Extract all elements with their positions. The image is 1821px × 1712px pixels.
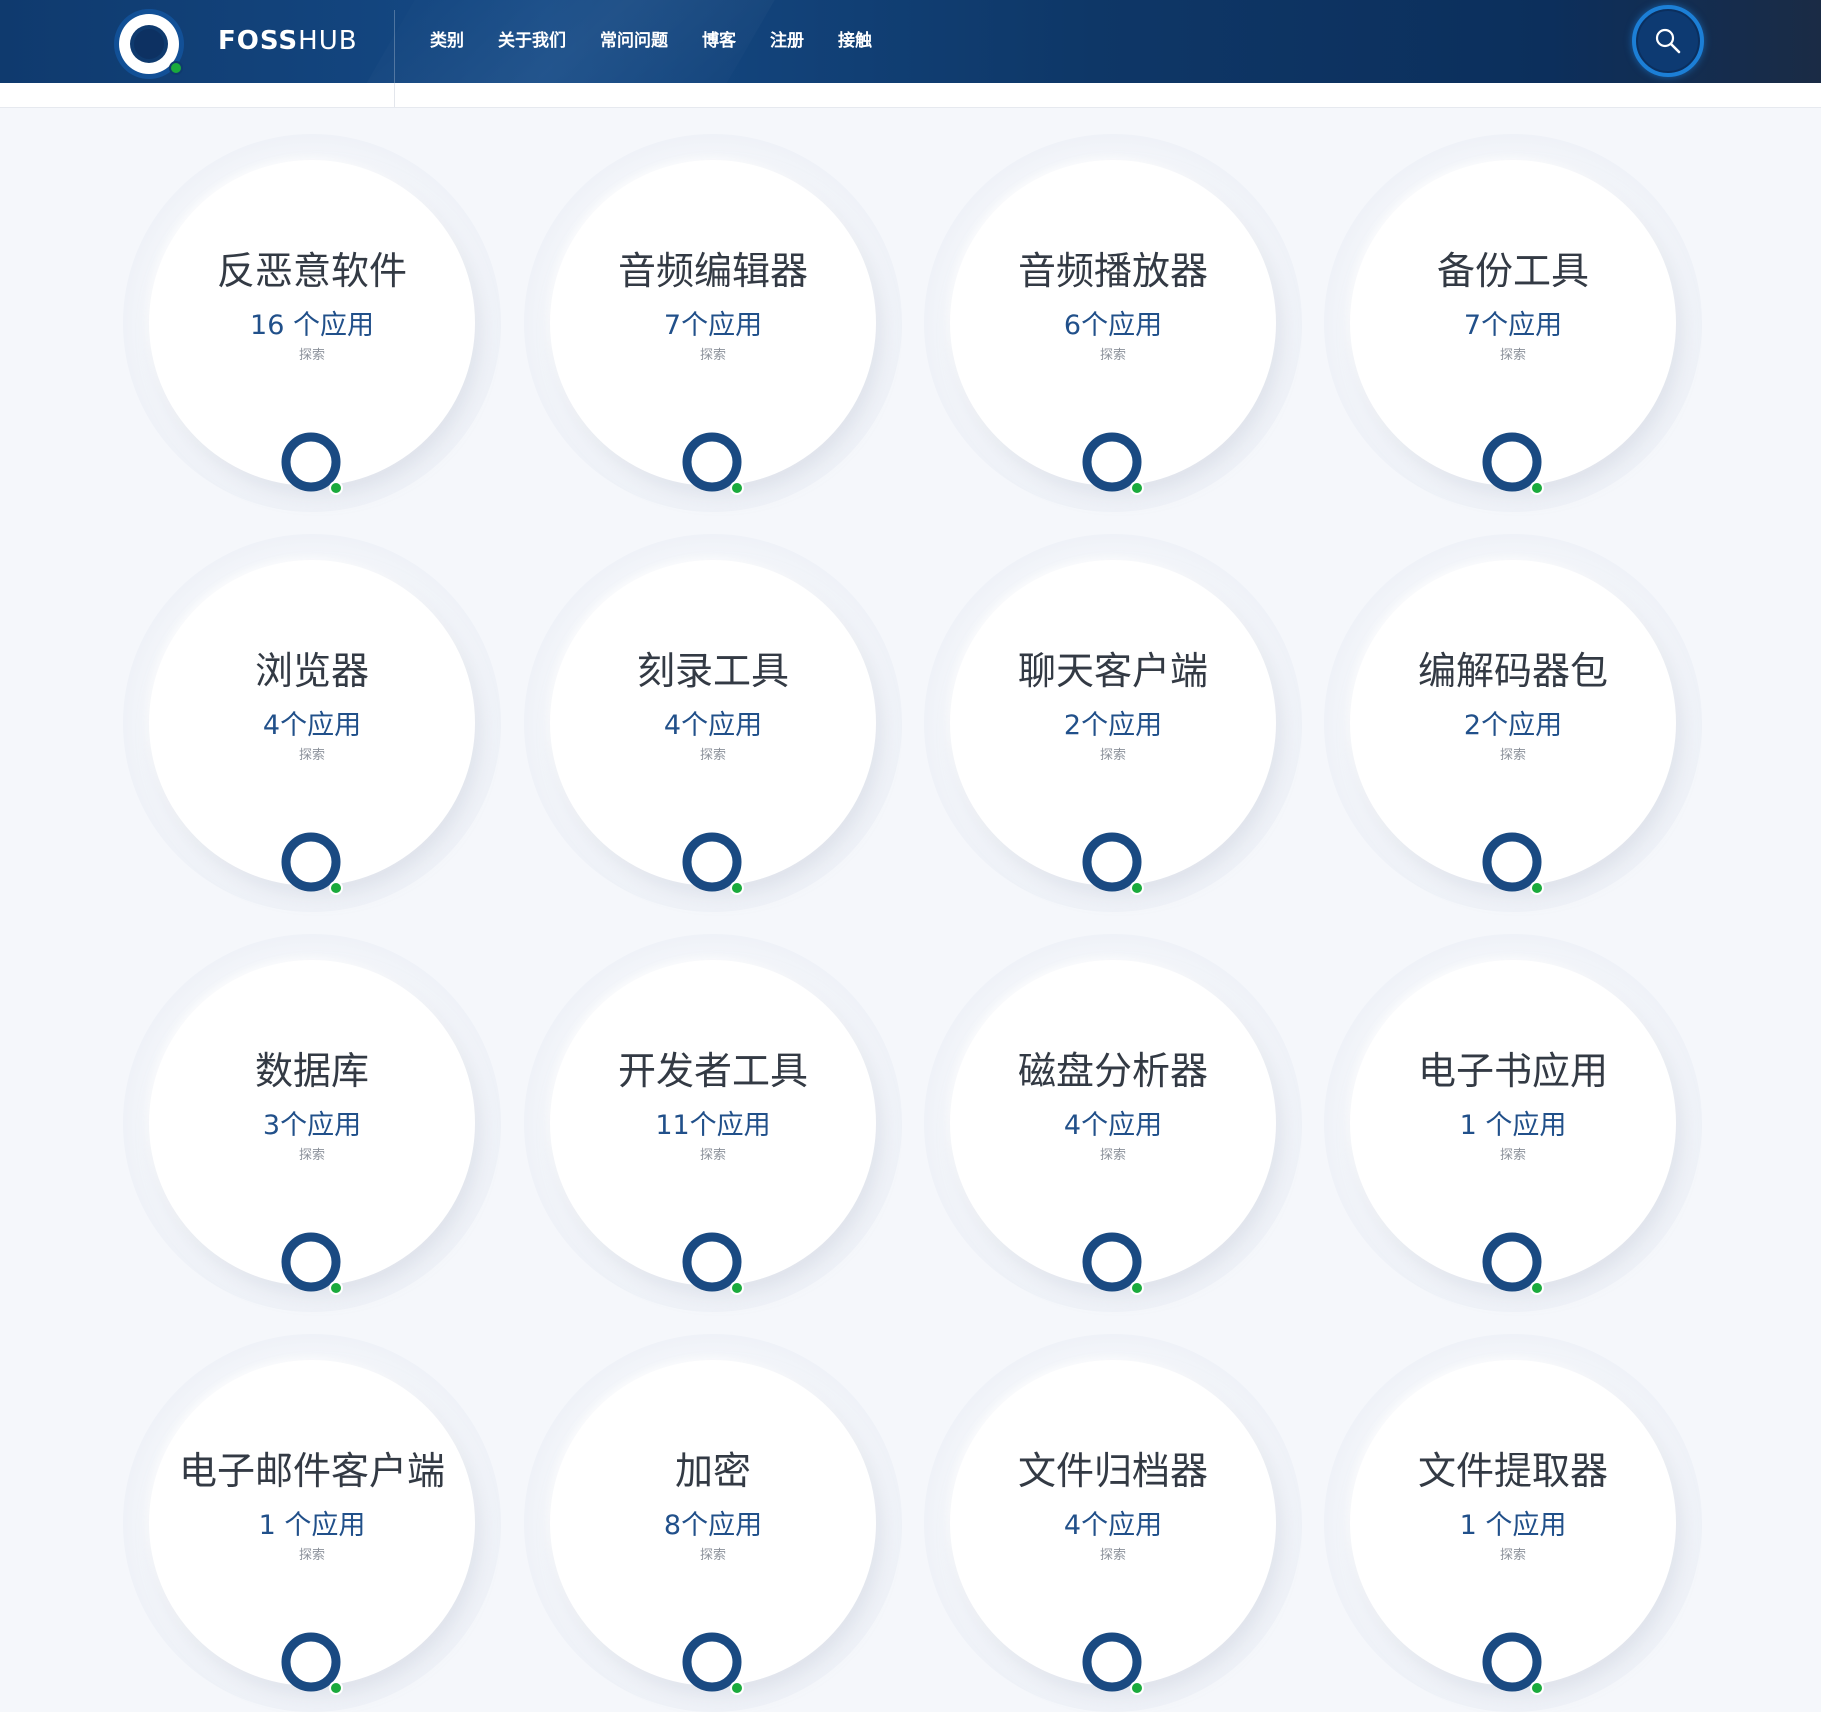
category-title: 数据库 <box>254 1049 369 1093</box>
fosshub-ring-icon <box>281 1632 343 1695</box>
category-card[interactable]: 编解码器包 2个应用 探索 <box>1324 534 1702 912</box>
explore-link[interactable]: 探索 <box>1350 1548 1676 1564</box>
fosshub-ring-icon <box>281 1232 343 1295</box>
category-count: 7个应用 <box>1463 310 1563 341</box>
category-count: 4个应用 <box>1063 1510 1163 1541</box>
explore-link[interactable]: 探索 <box>550 748 876 764</box>
fosshub-ring-icon <box>1082 432 1144 495</box>
category-card[interactable]: 电子书应用 1 个应用 探索 <box>1324 934 1702 1312</box>
category-card[interactable]: 文件提取器 1 个应用 探索 <box>1324 1334 1702 1712</box>
category-count: 1 个应用 <box>1459 1110 1567 1141</box>
category-count: 3个应用 <box>262 1110 362 1141</box>
nav-about[interactable]: 关于我们 <box>498 27 566 55</box>
category-title: 磁盘分析器 <box>1017 1049 1208 1093</box>
brand-wordmark[interactable]: FOSSHUB <box>218 25 358 57</box>
fosshub-ring-icon <box>1082 832 1144 895</box>
category-count: 4个应用 <box>1063 1110 1163 1141</box>
fosshub-ring-icon <box>682 1632 744 1695</box>
fosshub-ring-icon <box>682 432 744 495</box>
category-card[interactable]: 刻录工具 4个应用 探索 <box>524 534 902 912</box>
category-title: 备份工具 <box>1436 249 1589 293</box>
category-count: 4个应用 <box>262 710 362 741</box>
explore-link[interactable]: 探索 <box>550 1148 876 1164</box>
nav-faq[interactable]: 常问问题 <box>600 27 668 55</box>
category-card[interactable]: 聊天客户端 2个应用 探索 <box>924 534 1302 912</box>
explore-link[interactable]: 探索 <box>149 1548 475 1564</box>
fosshub-ring-icon <box>281 832 343 895</box>
category-grid: 反恶意软件 16 个应用 探索 音频编辑器 7个应用 探索 音频播放器 6个应用… <box>0 107 1821 1712</box>
explore-link[interactable]: 探索 <box>950 1548 1276 1564</box>
subbar-divider <box>394 83 395 107</box>
main-nav: 类别 关于我们 常问问题 博客 注册 接触 <box>430 27 906 55</box>
category-title: 刻录工具 <box>636 649 789 693</box>
nav-register[interactable]: 注册 <box>770 27 804 55</box>
fosshub-ring-icon <box>1482 832 1544 895</box>
category-count: 1 个应用 <box>258 1510 366 1541</box>
search-icon <box>1655 28 1681 54</box>
category-title: 电子邮件客户端 <box>178 1449 445 1493</box>
fosshub-ring-icon <box>1482 1632 1544 1695</box>
fosshub-logo-icon[interactable] <box>112 7 186 81</box>
category-card[interactable]: 备份工具 7个应用 探索 <box>1324 134 1702 512</box>
category-count: 2个应用 <box>1063 710 1163 741</box>
nav-blog[interactable]: 博客 <box>702 27 736 55</box>
nav-contact[interactable]: 接触 <box>838 27 872 55</box>
explore-link[interactable]: 探索 <box>149 348 475 364</box>
header-divider <box>394 10 395 83</box>
site-header: FOSSHUB 类别 关于我们 常问问题 博客 注册 接触 <box>0 0 1821 83</box>
explore-link[interactable]: 探索 <box>1350 748 1676 764</box>
fosshub-ring-icon <box>1482 1232 1544 1295</box>
category-title: 音频播放器 <box>1017 249 1208 293</box>
category-card[interactable]: 音频编辑器 7个应用 探索 <box>524 134 902 512</box>
category-card[interactable]: 磁盘分析器 4个应用 探索 <box>924 934 1302 1312</box>
category-count: 1 个应用 <box>1459 1510 1567 1541</box>
category-count: 11个应用 <box>655 1110 771 1141</box>
category-title: 编解码器包 <box>1417 649 1608 693</box>
category-title: 文件归档器 <box>1017 1449 1208 1493</box>
category-title: 加密 <box>674 1449 751 1493</box>
category-count: 7个应用 <box>663 310 763 341</box>
category-title: 反恶意软件 <box>216 249 407 293</box>
category-title: 浏览器 <box>254 649 369 693</box>
category-card[interactable]: 加密 8个应用 探索 <box>524 1334 902 1712</box>
fosshub-ring-icon <box>1082 1632 1144 1695</box>
fosshub-ring-icon <box>1082 1232 1144 1295</box>
category-title: 文件提取器 <box>1417 1449 1608 1493</box>
explore-link[interactable]: 探索 <box>550 348 876 364</box>
fosshub-ring-icon <box>682 1232 744 1295</box>
explore-link[interactable]: 探索 <box>550 1548 876 1564</box>
explore-link[interactable]: 探索 <box>149 1148 475 1164</box>
fosshub-ring-icon <box>281 432 343 495</box>
category-title: 音频编辑器 <box>617 249 808 293</box>
header-subbar <box>0 83 1821 108</box>
search-button[interactable] <box>1632 5 1704 77</box>
fosshub-ring-icon <box>682 832 744 895</box>
category-card[interactable]: 浏览器 4个应用 探索 <box>123 534 501 912</box>
explore-link[interactable]: 探索 <box>1350 348 1676 364</box>
explore-link[interactable]: 探索 <box>950 348 1276 364</box>
explore-link[interactable]: 探索 <box>149 748 475 764</box>
category-card[interactable]: 电子邮件客户端 1 个应用 探索 <box>123 1334 501 1712</box>
fosshub-ring-icon <box>1482 432 1544 495</box>
category-title: 聊天客户端 <box>1017 649 1208 693</box>
nav-categories[interactable]: 类别 <box>430 27 464 55</box>
category-count: 2个应用 <box>1463 710 1563 741</box>
explore-link[interactable]: 探索 <box>950 748 1276 764</box>
explore-link[interactable]: 探索 <box>950 1148 1276 1164</box>
category-count: 4个应用 <box>663 710 763 741</box>
category-card[interactable]: 开发者工具 11个应用 探索 <box>524 934 902 1312</box>
category-card[interactable]: 反恶意软件 16 个应用 探索 <box>123 134 501 512</box>
category-card[interactable]: 音频播放器 6个应用 探索 <box>924 134 1302 512</box>
category-count: 16 个应用 <box>250 310 374 341</box>
explore-link[interactable]: 探索 <box>1350 1148 1676 1164</box>
category-count: 8个应用 <box>663 1510 763 1541</box>
category-count: 6个应用 <box>1063 310 1163 341</box>
category-title: 开发者工具 <box>617 1049 808 1093</box>
category-card[interactable]: 数据库 3个应用 探索 <box>123 934 501 1312</box>
category-title: 电子书应用 <box>1417 1049 1608 1093</box>
brand-light: HUB <box>298 26 358 56</box>
category-card[interactable]: 文件归档器 4个应用 探索 <box>924 1334 1302 1712</box>
brand-bold: FOSS <box>218 26 299 56</box>
